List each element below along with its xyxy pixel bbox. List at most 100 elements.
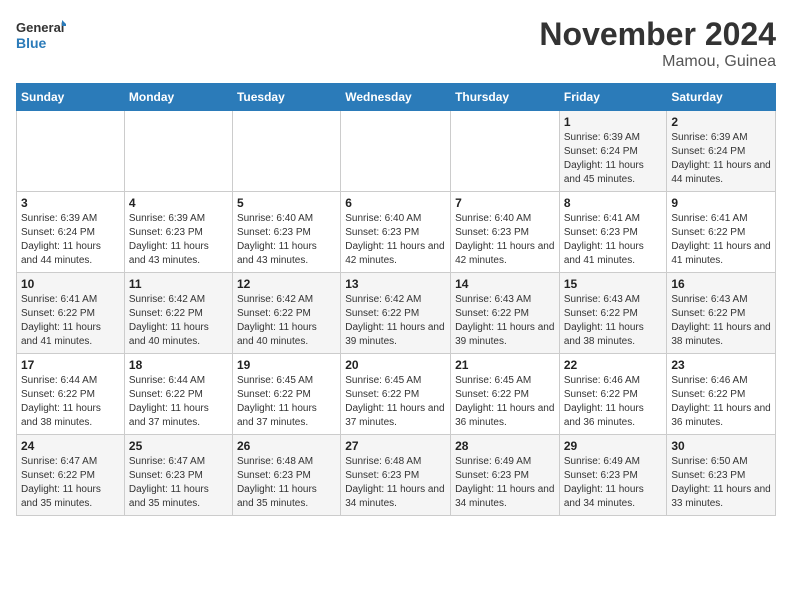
calendar-cell: 16 Sunrise: 6:43 AM Sunset: 6:22 PM Dayli… [667, 273, 776, 354]
month-title: November 2024 [539, 16, 776, 53]
day-number: 8 [564, 196, 663, 210]
calendar-week-row: 1 Sunrise: 6:39 AM Sunset: 6:24 PM Daylig… [17, 111, 776, 192]
day-number: 4 [129, 196, 228, 210]
calendar-cell: 22 Sunrise: 6:46 AM Sunset: 6:22 PM Dayli… [559, 354, 667, 435]
weekday-header-row: SundayMondayTuesdayWednesdayThursdayFrid… [17, 84, 776, 111]
calendar-week-row: 24 Sunrise: 6:47 AM Sunset: 6:22 PM Dayli… [17, 435, 776, 516]
calendar-cell: 30 Sunrise: 6:50 AM Sunset: 6:23 PM Dayli… [667, 435, 776, 516]
day-number: 20 [345, 358, 446, 372]
svg-text:Blue: Blue [16, 35, 47, 51]
day-info: Sunrise: 6:43 AM Sunset: 6:22 PM Dayligh… [671, 293, 771, 349]
day-number: 22 [564, 358, 663, 372]
day-info: Sunrise: 6:41 AM Sunset: 6:22 PM Dayligh… [21, 293, 120, 349]
weekday-header: Wednesday [341, 84, 451, 111]
calendar-cell: 3Sunrise: 6:39 AM Sunset: 6:24 PM Daylig… [17, 192, 125, 273]
day-number: 16 [671, 277, 771, 291]
day-number: 17 [21, 358, 120, 372]
calendar-week-row: 3Sunrise: 6:39 AM Sunset: 6:24 PM Daylig… [17, 192, 776, 273]
weekday-header: Tuesday [232, 84, 340, 111]
day-number: 15 [564, 277, 663, 291]
calendar-cell: 8 Sunrise: 6:41 AM Sunset: 6:23 PM Daylig… [559, 192, 667, 273]
day-number: 18 [129, 358, 228, 372]
day-info: Sunrise: 6:39 AM Sunset: 6:24 PM Dayligh… [671, 131, 771, 187]
day-number: 13 [345, 277, 446, 291]
day-info: Sunrise: 6:48 AM Sunset: 6:23 PM Dayligh… [345, 455, 446, 511]
calendar-cell: 23Sunrise: 6:46 AM Sunset: 6:22 PM Dayli… [667, 354, 776, 435]
day-info: Sunrise: 6:43 AM Sunset: 6:22 PM Dayligh… [564, 293, 663, 349]
day-number: 21 [455, 358, 555, 372]
day-number: 11 [129, 277, 228, 291]
day-number: 26 [237, 439, 336, 453]
day-number: 25 [129, 439, 228, 453]
calendar-cell [232, 111, 340, 192]
calendar-week-row: 10 Sunrise: 6:41 AM Sunset: 6:22 PM Dayli… [17, 273, 776, 354]
day-info: Sunrise: 6:47 AM Sunset: 6:22 PM Dayligh… [21, 455, 120, 511]
day-number: 10 [21, 277, 120, 291]
day-info: Sunrise: 6:44 AM Sunset: 6:22 PM Dayligh… [21, 374, 120, 430]
calendar-cell: 1Sunrise: 6:39 AM Sunset: 6:24 PM Daylig… [559, 111, 667, 192]
day-number: 5 [237, 196, 336, 210]
day-info: Sunrise: 6:48 AM Sunset: 6:23 PM Dayligh… [237, 455, 336, 511]
day-number: 19 [237, 358, 336, 372]
calendar-cell: 15 Sunrise: 6:43 AM Sunset: 6:22 PM Dayli… [559, 273, 667, 354]
day-info: Sunrise: 6:40 AM Sunset: 6:23 PM Dayligh… [345, 212, 446, 268]
day-info: Sunrise: 6:47 AM Sunset: 6:23 PM Dayligh… [129, 455, 228, 511]
day-number: 6 [345, 196, 446, 210]
day-info: Sunrise: 6:39 AM Sunset: 6:23 PM Dayligh… [129, 212, 228, 268]
day-number: 3 [21, 196, 120, 210]
day-info: Sunrise: 6:46 AM Sunset: 6:22 PM Dayligh… [671, 374, 771, 430]
day-info: Sunrise: 6:42 AM Sunset: 6:22 PM Dayligh… [237, 293, 336, 349]
calendar-table: SundayMondayTuesdayWednesdayThursdayFrid… [16, 83, 776, 516]
day-number: 29 [564, 439, 663, 453]
weekday-header: Saturday [667, 84, 776, 111]
calendar-cell: 4 Sunrise: 6:39 AM Sunset: 6:23 PM Daylig… [124, 192, 232, 273]
logo: General Blue [16, 16, 66, 58]
day-number: 7 [455, 196, 555, 210]
calendar-cell: 19 Sunrise: 6:45 AM Sunset: 6:22 PM Dayli… [232, 354, 340, 435]
day-info: Sunrise: 6:50 AM Sunset: 6:23 PM Dayligh… [671, 455, 771, 511]
day-info: Sunrise: 6:40 AM Sunset: 6:23 PM Dayligh… [237, 212, 336, 268]
calendar-cell: 11Sunrise: 6:42 AM Sunset: 6:22 PM Dayli… [124, 273, 232, 354]
day-info: Sunrise: 6:45 AM Sunset: 6:22 PM Dayligh… [345, 374, 446, 430]
page-header: General Blue November 2024 Mamou, Guinea [16, 16, 776, 71]
calendar-cell: 29Sunrise: 6:49 AM Sunset: 6:23 PM Dayli… [559, 435, 667, 516]
weekday-header: Sunday [17, 84, 125, 111]
day-number: 1 [564, 115, 663, 129]
calendar-cell [17, 111, 125, 192]
calendar-cell: 5 Sunrise: 6:40 AM Sunset: 6:23 PM Daylig… [232, 192, 340, 273]
title-block: November 2024 Mamou, Guinea [539, 16, 776, 71]
calendar-cell: 14 Sunrise: 6:43 AM Sunset: 6:22 PM Dayli… [451, 273, 560, 354]
day-info: Sunrise: 6:41 AM Sunset: 6:22 PM Dayligh… [671, 212, 771, 268]
day-info: Sunrise: 6:41 AM Sunset: 6:23 PM Dayligh… [564, 212, 663, 268]
calendar-cell: 25 Sunrise: 6:47 AM Sunset: 6:23 PM Dayli… [124, 435, 232, 516]
day-info: Sunrise: 6:42 AM Sunset: 6:22 PM Dayligh… [345, 293, 446, 349]
logo-svg: General Blue [16, 16, 66, 58]
calendar-cell [341, 111, 451, 192]
day-info: Sunrise: 6:44 AM Sunset: 6:22 PM Dayligh… [129, 374, 228, 430]
calendar-cell: 20 Sunrise: 6:45 AM Sunset: 6:22 PM Dayli… [341, 354, 451, 435]
day-info: Sunrise: 6:46 AM Sunset: 6:22 PM Dayligh… [564, 374, 663, 430]
calendar-cell: 6 Sunrise: 6:40 AM Sunset: 6:23 PM Daylig… [341, 192, 451, 273]
calendar-cell: 7Sunrise: 6:40 AM Sunset: 6:23 PM Daylig… [451, 192, 560, 273]
weekday-header: Thursday [451, 84, 560, 111]
day-info: Sunrise: 6:43 AM Sunset: 6:22 PM Dayligh… [455, 293, 555, 349]
weekday-header: Friday [559, 84, 667, 111]
day-number: 28 [455, 439, 555, 453]
calendar-cell: 13 Sunrise: 6:42 AM Sunset: 6:22 PM Dayli… [341, 273, 451, 354]
calendar-cell: 26 Sunrise: 6:48 AM Sunset: 6:23 PM Dayli… [232, 435, 340, 516]
calendar-cell: 10 Sunrise: 6:41 AM Sunset: 6:22 PM Dayli… [17, 273, 125, 354]
day-number: 12 [237, 277, 336, 291]
svg-text:General: General [16, 20, 64, 35]
calendar-cell: 24 Sunrise: 6:47 AM Sunset: 6:22 PM Dayli… [17, 435, 125, 516]
day-number: 30 [671, 439, 771, 453]
day-number: 9 [671, 196, 771, 210]
calendar-cell: 21Sunrise: 6:45 AM Sunset: 6:22 PM Dayli… [451, 354, 560, 435]
day-number: 14 [455, 277, 555, 291]
calendar-cell: 17 Sunrise: 6:44 AM Sunset: 6:22 PM Dayli… [17, 354, 125, 435]
day-number: 27 [345, 439, 446, 453]
calendar-cell: 2Sunrise: 6:39 AM Sunset: 6:24 PM Daylig… [667, 111, 776, 192]
day-info: Sunrise: 6:49 AM Sunset: 6:23 PM Dayligh… [455, 455, 555, 511]
calendar-cell: 28 Sunrise: 6:49 AM Sunset: 6:23 PM Dayli… [451, 435, 560, 516]
day-info: Sunrise: 6:45 AM Sunset: 6:22 PM Dayligh… [237, 374, 336, 430]
day-number: 24 [21, 439, 120, 453]
